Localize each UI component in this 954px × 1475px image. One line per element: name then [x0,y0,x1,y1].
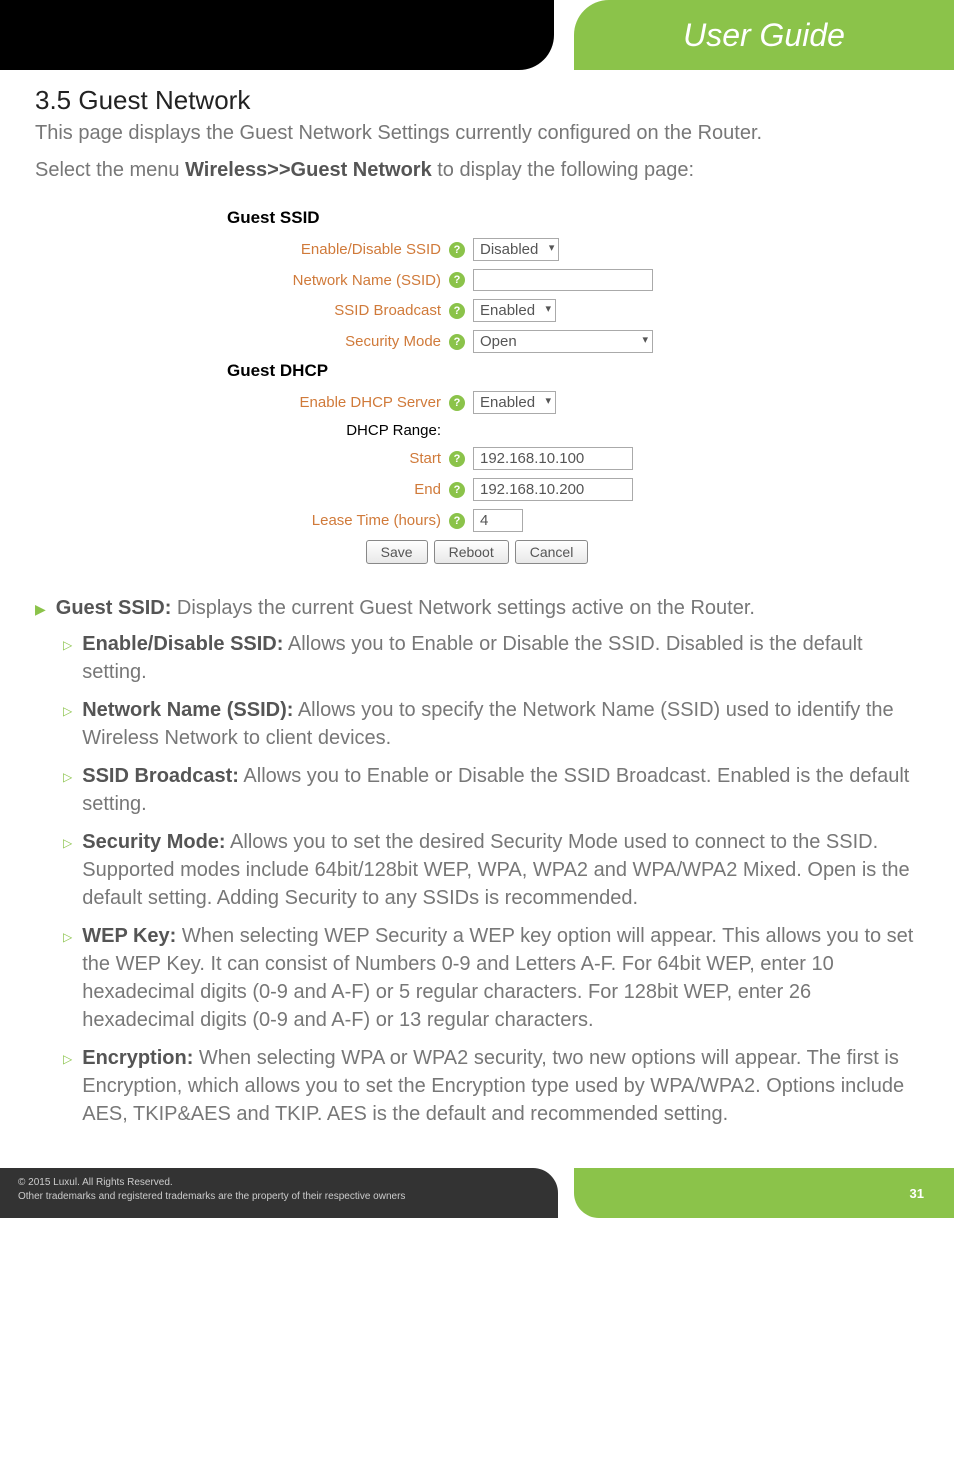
help-icon[interactable]: ? [449,395,465,411]
encryption-bullet-title: Encryption: [82,1047,193,1069]
help-icon[interactable]: ? [449,242,465,258]
guest-ssid-bullet: ▶ Guest SSID: Displays the current Guest… [35,594,919,622]
sub-bullet-marker-icon: ▷ [63,1051,72,1128]
guest-dhcp-header: Guest DHCP [227,361,727,381]
banner-right: User Guide [574,0,954,70]
nav-path: Wireless>>Guest Network [185,159,432,181]
lease-time-row: Lease Time (hours) ? 4 [227,509,727,532]
reboot-button[interactable]: Reboot [434,540,509,564]
enable-dhcp-select[interactable]: Enabled [473,391,556,414]
security-mode-bullet: ▷ Security Mode: Allows you to set the d… [63,828,919,912]
enable-disable-bullet-title: Enable/Disable SSID: [82,633,283,655]
dhcp-start-row: Start ? 192.168.10.100 [227,447,727,470]
content-area: 3.5 Guest Network This page displays the… [0,85,954,1158]
ssid-broadcast-label: SSID Broadcast [227,302,447,319]
section-heading: 3.5 Guest Network [35,85,919,116]
enable-disable-bullet: ▷ Enable/Disable SSID: Allows you to Ena… [63,630,919,686]
sub-bullet-marker-icon: ▷ [63,929,72,1034]
dhcp-range-row: DHCP Range: [227,422,727,439]
encryption-bullet: ▷ Encryption: When selecting WPA or WPA2… [63,1044,919,1128]
dhcp-end-label: End [227,481,447,498]
page-number: 31 [910,1186,924,1201]
nav-instructions: Select the menu Wireless>>Guest Network … [35,159,919,182]
footer-copyright: © 2015 Luxul. All Rights Reserved. [18,1176,540,1190]
security-mode-label: Security Mode [227,333,447,350]
lease-time-label: Lease Time (hours) [227,512,447,529]
nav-suffix: to display the following page: [432,159,694,181]
network-name-row: Network Name (SSID) ? [227,269,727,291]
dhcp-end-input[interactable]: 192.168.10.200 [473,478,633,501]
guest-ssid-bullet-text: Displays the current Guest Network setti… [171,597,755,619]
footer: © 2015 Luxul. All Rights Reserved. Other… [0,1168,954,1218]
footer-gap [558,1168,574,1218]
sub-bullet-marker-icon: ▷ [63,637,72,686]
security-mode-row: Security Mode ? Open [227,330,727,353]
ssid-broadcast-select[interactable]: Enabled [473,299,556,322]
enable-disable-ssid-row: Enable/Disable SSID ? Disabled [227,238,727,261]
top-banner: User Guide [0,0,954,70]
help-icon[interactable]: ? [449,513,465,529]
ssid-broadcast-row: SSID Broadcast ? Enabled [227,299,727,322]
enable-dhcp-row: Enable DHCP Server ? Enabled [227,391,727,414]
settings-screenshot: Guest SSID Enable/Disable SSID ? Disable… [35,200,919,564]
wep-key-bullet-text: When selecting WEP Security a WEP key op… [82,925,913,1031]
lease-time-input[interactable]: 4 [473,509,523,532]
guest-ssid-bullet-title: Guest SSID: [56,597,172,619]
banner-gap [554,0,574,70]
network-name-label: Network Name (SSID) [227,272,447,289]
help-icon[interactable]: ? [449,451,465,467]
sub-bullet-marker-icon: ▷ [63,769,72,818]
guest-ssid-header: Guest SSID [227,208,727,228]
dhcp-end-row: End ? 192.168.10.200 [227,478,727,501]
cancel-button[interactable]: Cancel [515,540,589,564]
banner-left [0,0,554,70]
wep-key-bullet-title: WEP Key: [82,925,176,947]
footer-left: © 2015 Luxul. All Rights Reserved. Other… [0,1168,558,1218]
section-intro: This page displays the Guest Network Set… [35,122,919,145]
network-name-input[interactable] [473,269,653,291]
dhcp-range-label: DHCP Range: [227,422,447,439]
security-mode-bullet-title: Security Mode: [82,831,225,853]
button-row: Save Reboot Cancel [227,540,727,564]
save-button[interactable]: Save [366,540,428,564]
enable-dhcp-label: Enable DHCP Server [227,394,447,411]
nav-prefix: Select the menu [35,159,185,181]
bullet-marker-icon: ▶ [35,600,46,622]
network-name-bullet-title: Network Name (SSID): [82,699,293,721]
enable-disable-ssid-label: Enable/Disable SSID [227,241,447,258]
dhcp-start-input[interactable]: 192.168.10.100 [473,447,633,470]
banner-title: User Guide [683,17,845,54]
network-name-bullet: ▷ Network Name (SSID): Allows you to spe… [63,696,919,752]
sub-bullet-marker-icon: ▷ [63,703,72,752]
encryption-bullet-text: When selecting WPA or WPA2 security, two… [82,1047,904,1125]
help-icon[interactable]: ? [449,303,465,319]
help-icon[interactable]: ? [449,334,465,350]
bullet-section: ▶ Guest SSID: Displays the current Guest… [35,594,919,1128]
help-icon[interactable]: ? [449,272,465,288]
ssid-broadcast-bullet: ▷ SSID Broadcast: Allows you to Enable o… [63,762,919,818]
enable-disable-ssid-select[interactable]: Disabled [473,238,559,261]
wep-key-bullet: ▷ WEP Key: When selecting WEP Security a… [63,922,919,1034]
dhcp-start-label: Start [227,450,447,467]
footer-right: 31 [574,1168,954,1218]
security-mode-select[interactable]: Open [473,330,653,353]
footer-trademark: Other trademarks and registered trademar… [18,1190,540,1204]
sub-bullet-marker-icon: ▷ [63,835,72,912]
help-icon[interactable]: ? [449,482,465,498]
ssid-broadcast-bullet-title: SSID Broadcast: [82,765,239,787]
